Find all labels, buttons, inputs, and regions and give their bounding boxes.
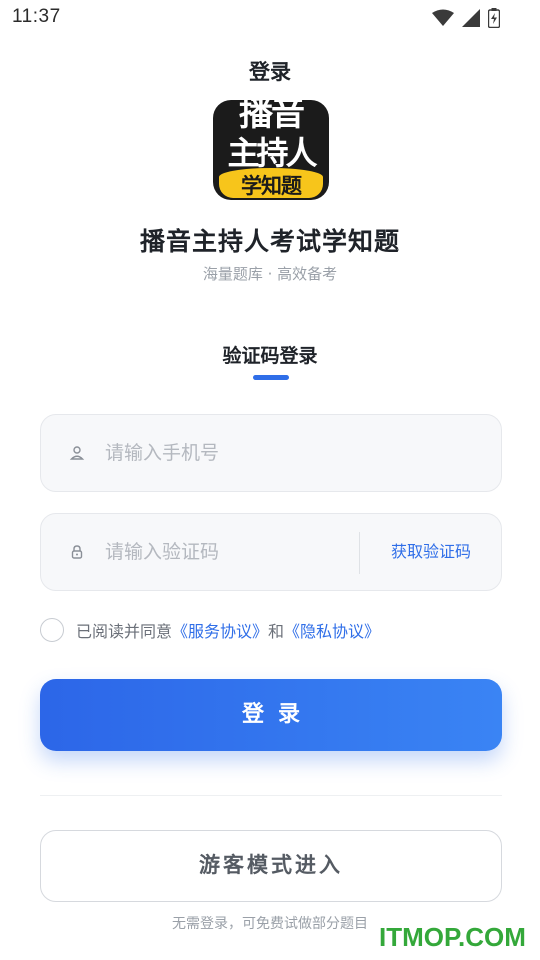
guest-mode-button[interactable]: 游客模式进入 — [40, 830, 502, 902]
divider — [40, 795, 502, 796]
site-watermark: ITMOP.COM — [379, 922, 526, 952]
privacy-policy-link[interactable]: 《隐私协议》 — [284, 618, 380, 642]
login-button[interactable]: 登录 — [40, 679, 502, 751]
status-time: 11:37 — [12, 6, 61, 27]
agree-prefix-text: 已阅读并同意 — [76, 622, 173, 641]
phone-input[interactable] — [105, 415, 355, 491]
code-field[interactable]: 获取验证码 — [40, 513, 502, 591]
phone-field[interactable] — [40, 414, 502, 492]
agreement-row: 已阅读并同意 《服务协议》 和 《隐私协议》 — [40, 617, 380, 643]
agree-and-text: 和 — [268, 622, 285, 641]
tab-active-indicator — [253, 375, 289, 380]
code-input[interactable] — [105, 514, 355, 590]
tab-verification-code-login[interactable]: 验证码登录 — [0, 341, 540, 368]
battery-icon — [488, 8, 500, 28]
status-bar: 11:37 — [0, 0, 540, 36]
app-slogan: 海量题库 · 高效备考 — [202, 265, 338, 283]
service-agreement-link[interactable]: 《服务协议》 — [172, 618, 268, 642]
app-logo: 播音 主持人 学知题 — [213, 100, 329, 200]
lock-icon — [71, 545, 83, 559]
wifi-icon — [432, 9, 454, 26]
logo-text-bottom: 学知题 — [241, 174, 302, 198]
get-code-button[interactable]: 获取验证码 — [360, 514, 502, 590]
page-title: 登录 — [249, 60, 291, 84]
app-name: 播音主持人考试学知题 — [139, 227, 400, 256]
agree-checkbox[interactable] — [40, 618, 64, 642]
user-icon — [69, 446, 85, 460]
signal-icon — [462, 9, 480, 27]
status-icons — [432, 8, 500, 28]
